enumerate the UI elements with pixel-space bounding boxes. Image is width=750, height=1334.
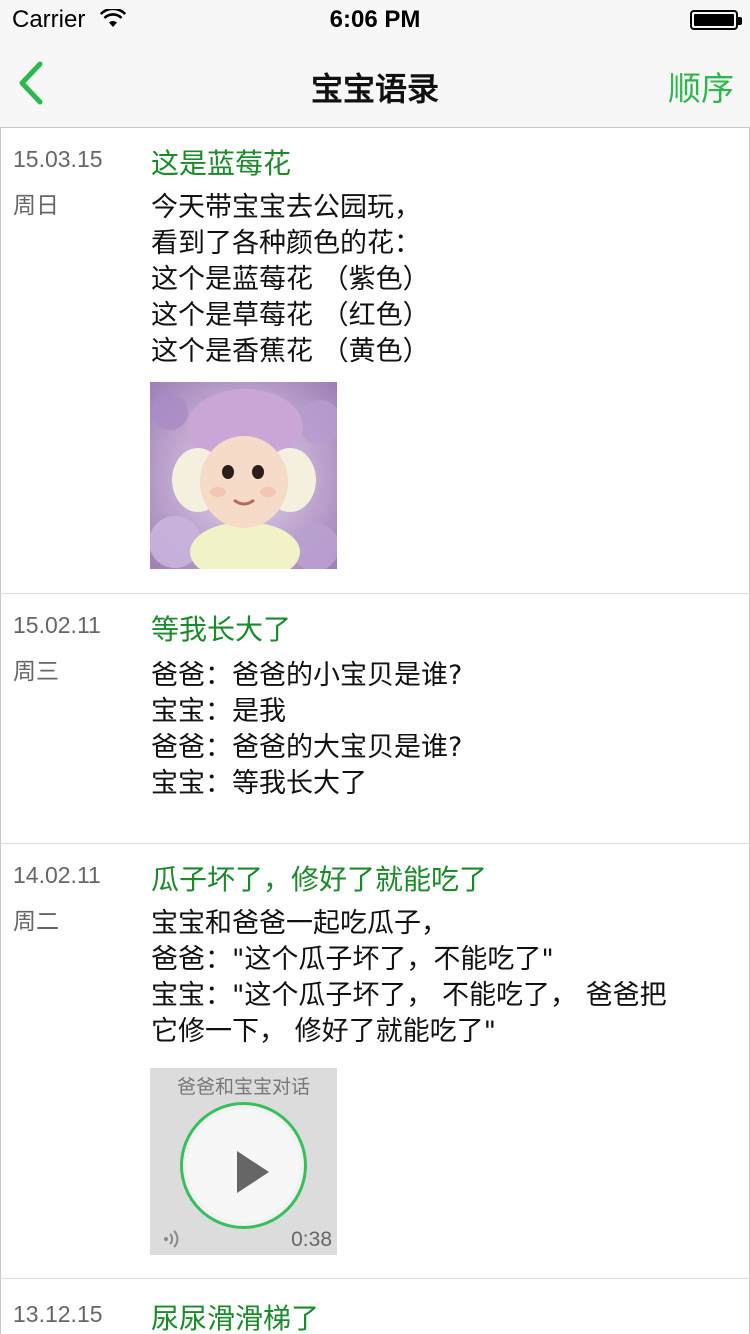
battery-icon [690,10,742,30]
entry-weekday: 周二 [13,909,59,935]
entry-body: 今天带宝宝去公园玩， 看到了各种颜色的花： 这个是蓝莓花 （紫色） 这个是草莓花… [151,192,430,367]
list-item[interactable]: 15.02.11 周三 等我长大了 爸爸：爸爸的小宝贝是谁? 宝宝：是我 爸爸：… [0,594,750,844]
baby-photo[interactable] [150,382,337,569]
entry-date: 15.03.15 [13,146,103,172]
status-bar: Carrier 6:06 PM [0,0,750,40]
list-item[interactable]: 13.12.15 尿尿滑滑梯了 [0,1279,750,1334]
entry-title: 瓜子坏了，修好了就能吃了 [151,863,488,896]
photo-image [150,382,337,569]
entry-date: 15.02.11 [13,612,101,638]
play-button[interactable] [180,1102,307,1229]
nav-bar: 宝宝语录 顺序 [0,40,750,128]
entry-body: 爸爸：爸爸的小宝贝是谁? 宝宝：是我 爸爸：爸爸的大宝贝是谁? 宝宝：等我长大了 [151,660,463,799]
list-item[interactable]: 15.03.15 周日 这是蓝莓花 今天带宝宝去公园玩， 看到了各种颜色的花： … [0,128,750,594]
page-title: 宝宝语录 [310,70,439,108]
audio-duration: 0:38 [291,1228,332,1251]
audio-title: 爸爸和宝宝对话 [176,1076,310,1098]
clock: 6:06 PM [329,6,421,33]
entry-body: 宝宝和爸爸一起吃瓜子， 爸爸："这个瓜子坏了，不能吃了" 宝宝："这个瓜子坏了，… [151,908,667,1047]
audio-player[interactable]: 爸爸和宝宝对话 0:38 [150,1068,337,1255]
entry-weekday: 周三 [13,659,59,685]
entry-title: 这是蓝莓花 [151,147,292,180]
sort-button[interactable]: 顺序 [668,62,734,110]
entry-title: 等我长大了 [151,613,292,646]
entry-date: 13.12.15 [13,1301,103,1327]
play-icon [237,1151,269,1193]
list-item[interactable]: 14.02.11 周二 瓜子坏了，修好了就能吃了 宝宝和爸爸一起吃瓜子， 爸爸：… [0,844,750,1279]
entry-weekday: 周日 [13,193,59,219]
entry-date: 14.02.11 [13,862,101,888]
sound-icon [164,1230,179,1248]
entry-title: 尿尿滑滑梯了 [151,1302,320,1334]
